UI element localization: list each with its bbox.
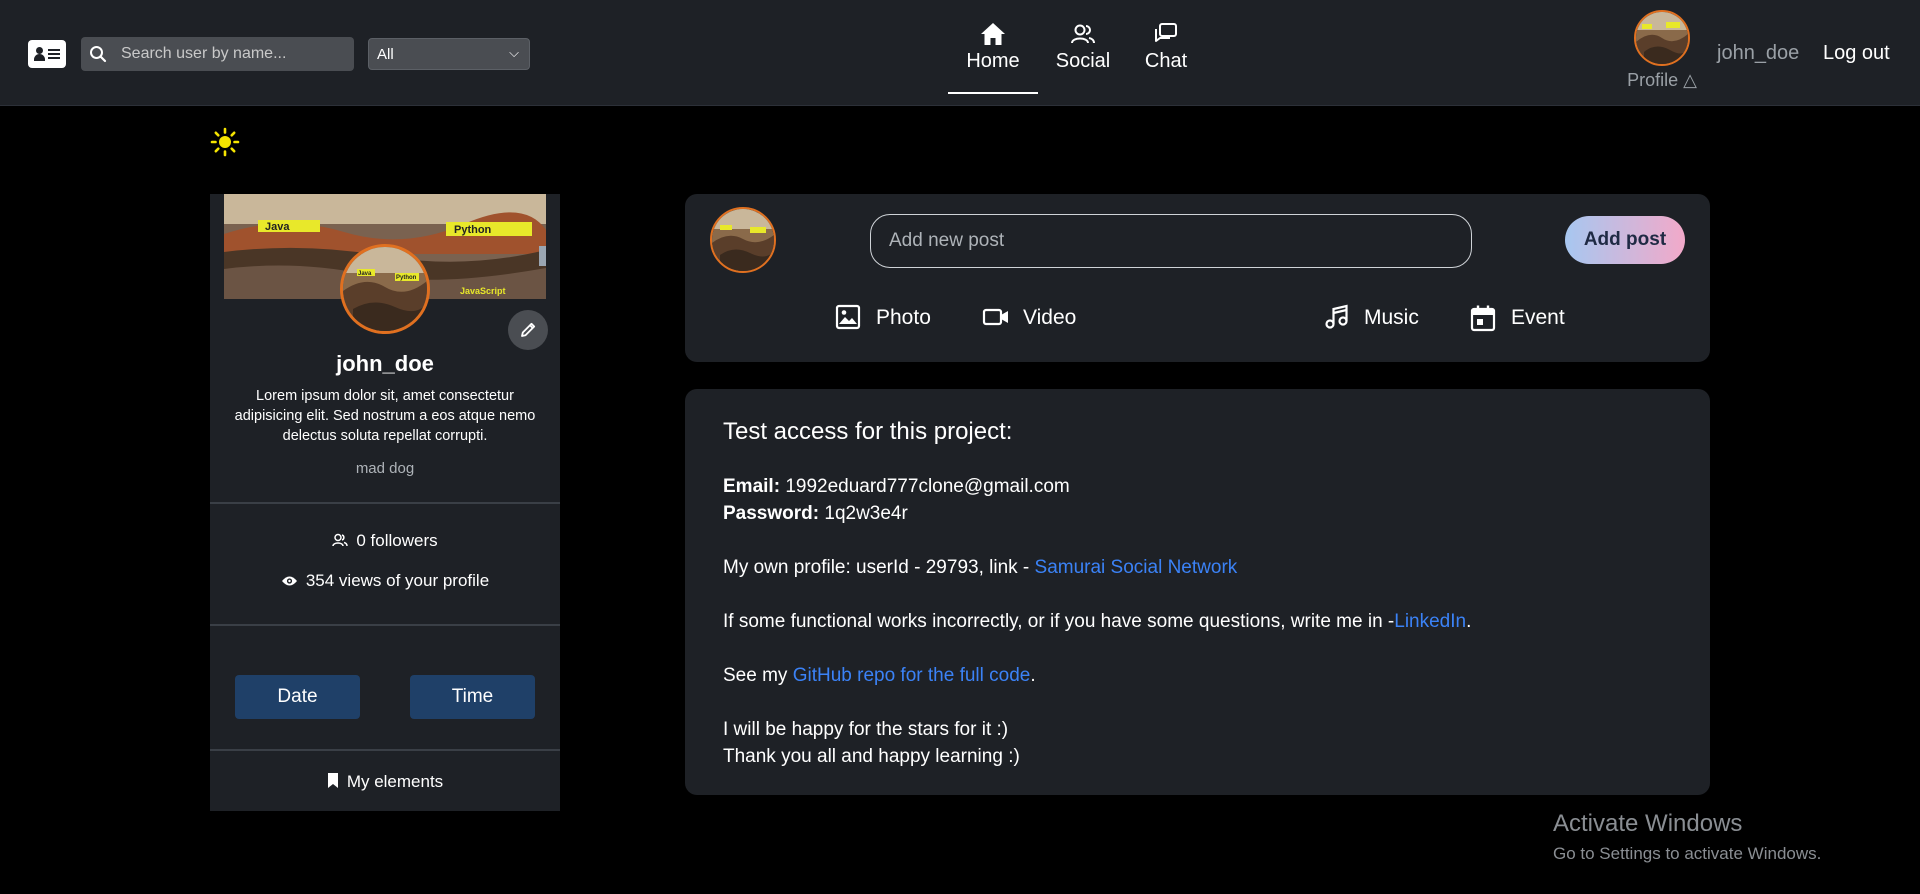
- github-repo-link[interactable]: GitHub repo for the full code: [793, 665, 1031, 686]
- thanks-line: Thank you all and happy learning :): [723, 746, 1020, 767]
- stars-line: I will be happy for the stars for it :): [723, 719, 1009, 740]
- watermark-title: Activate Windows: [1553, 810, 1743, 837]
- project-info-post: Test access for this project: Email: 199…: [685, 389, 1710, 795]
- music-icon: [1325, 304, 1348, 329]
- profile-card: Java Python JavaScript Java Python john_…: [210, 194, 560, 811]
- divider: [210, 502, 560, 504]
- search-filter-select[interactable]: All ⌵: [368, 38, 530, 70]
- my-elements-link[interactable]: My elements: [210, 772, 560, 792]
- followers-stat: 0 followers: [210, 531, 560, 551]
- search-input[interactable]: [121, 37, 346, 71]
- sun-icon[interactable]: [210, 127, 240, 157]
- email-label: Email:: [723, 476, 781, 497]
- repo-line: See my GitHub repo for the full code.: [723, 665, 1036, 687]
- cover-java-text: Java: [265, 221, 290, 233]
- cover-javascript-text: JavaScript: [460, 286, 506, 296]
- nav-chat[interactable]: Chat: [1140, 22, 1192, 94]
- post-composer: Add post Photo Video Music: [685, 194, 1710, 362]
- profile-label[interactable]: Profile △: [1620, 70, 1704, 91]
- issues-line: If some functional works incorrectly, or…: [723, 611, 1471, 633]
- issues-tail: .: [1466, 611, 1472, 632]
- cover-python-text: Python: [454, 224, 492, 236]
- password-label: Password:: [723, 503, 820, 524]
- avatar[interactable]: [1634, 10, 1690, 66]
- time-button[interactable]: Time: [410, 675, 535, 719]
- header-username: john_doe: [1717, 42, 1800, 64]
- video-label: Video: [1023, 306, 1077, 329]
- issues-text: If some functional works incorrectly, or…: [723, 611, 1395, 632]
- avatar[interactable]: [710, 207, 776, 273]
- avatar-python-text: Python: [396, 275, 417, 281]
- chevron-down-icon: ⌵: [509, 45, 519, 60]
- repo-tail: .: [1030, 665, 1036, 686]
- filter-selected-value: All: [377, 46, 394, 63]
- divider: [210, 624, 560, 626]
- activate-windows-watermark: Activate Windows Go to Settings to activ…: [1553, 810, 1821, 864]
- music-label: Music: [1364, 306, 1419, 329]
- top-navbar: All ⌵ Home Social Chat: [0, 0, 1920, 106]
- home-icon: [981, 23, 1005, 45]
- nav-social[interactable]: Social: [1052, 22, 1114, 94]
- eye-icon: [281, 576, 297, 586]
- add-post-button[interactable]: Add post: [1565, 216, 1685, 264]
- image-icon: [835, 304, 861, 330]
- search-icon: [90, 46, 107, 63]
- new-post-input[interactable]: [870, 214, 1472, 268]
- linkedin-link[interactable]: LinkedIn: [1394, 611, 1466, 632]
- users-icon: [1071, 24, 1095, 44]
- profile-avatar[interactable]: Java Python: [340, 244, 430, 334]
- own-profile-text: My own profile: userId - 29793, link -: [723, 557, 1035, 578]
- avatar-java-text: Java: [358, 271, 372, 277]
- contact-card-logo-icon[interactable]: [28, 40, 66, 68]
- pencil-icon: [521, 322, 536, 337]
- views-stat: 354 views of your profile: [210, 571, 560, 591]
- own-profile-line: My own profile: userId - 29793, link - S…: [723, 557, 1237, 579]
- date-button[interactable]: Date: [235, 675, 360, 719]
- password-line: Password: 1q2w3e4r: [723, 503, 908, 525]
- profile-bio: Lorem ipsum dolor sit, amet consectetur …: [234, 388, 536, 444]
- profile-name: john_doe: [336, 351, 434, 376]
- logout-button[interactable]: Log out: [1823, 42, 1890, 65]
- samurai-network-link[interactable]: Samurai Social Network: [1035, 557, 1238, 578]
- nav-chat-label: Chat: [1144, 50, 1188, 72]
- users-icon: [332, 533, 349, 547]
- profile-status: mad dog: [355, 460, 415, 477]
- nav-social-label: Social: [1055, 50, 1111, 72]
- info-title: Test access for this project:: [723, 418, 1013, 445]
- repo-text: See my: [723, 665, 793, 686]
- bookmark-icon: [327, 773, 338, 788]
- calendar-icon: [1470, 305, 1496, 332]
- email-value: 1992eduard777clone@gmail.com: [785, 476, 1070, 497]
- my-elements-label: My elements: [346, 772, 444, 791]
- password-value: 1q2w3e4r: [824, 503, 908, 524]
- nav-home-label: Home: [966, 50, 1020, 72]
- followers-count: 0 followers: [356, 531, 438, 550]
- nav-home[interactable]: Home: [948, 22, 1038, 94]
- photo-label: Photo: [876, 306, 931, 329]
- profile-views-count: 354 views of your profile: [305, 571, 490, 590]
- video-icon: [982, 308, 1008, 326]
- profile-menu[interactable]: Profile △: [1620, 10, 1704, 91]
- edit-profile-button[interactable]: [508, 310, 548, 350]
- divider: [210, 749, 560, 751]
- chat-icon: [1155, 23, 1177, 42]
- user-search-box[interactable]: [81, 37, 354, 71]
- event-label: Event: [1511, 306, 1565, 329]
- email-line: Email: 1992eduard777clone@gmail.com: [723, 476, 1070, 498]
- watermark-subtitle: Go to Settings to activate Windows.: [1553, 844, 1822, 863]
